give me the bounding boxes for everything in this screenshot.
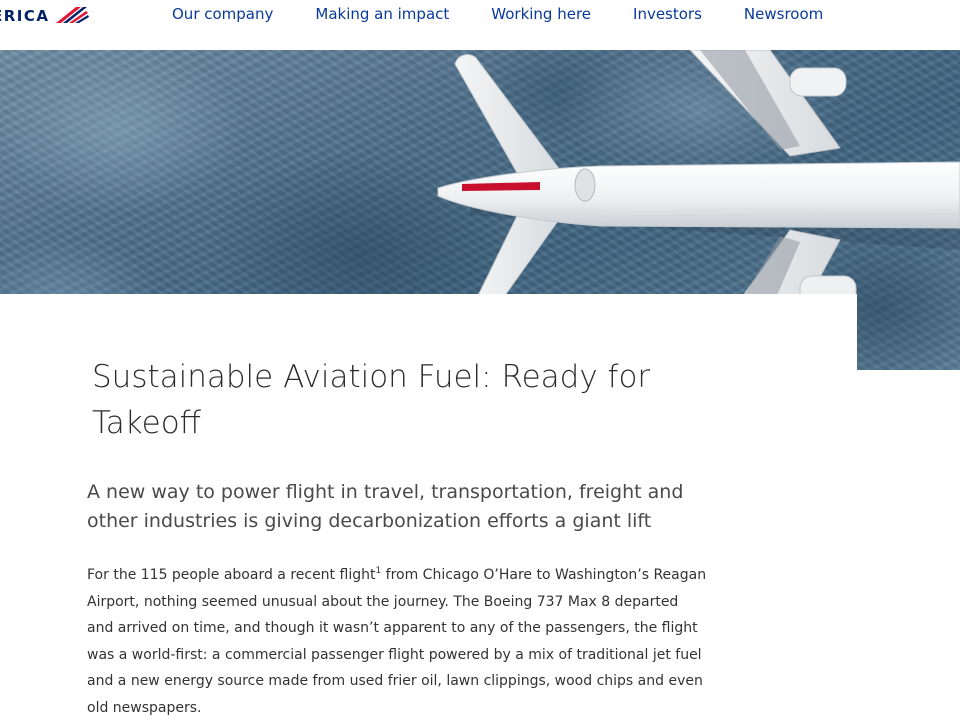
logo-wordmark: ERICA [0, 7, 50, 25]
article-title: Sustainable Aviation Fuel: Ready for Tak… [92, 359, 651, 441]
bank-of-america-logo[interactable]: ERICA [0, 1, 90, 31]
main-nav: Our company Making an impact Working her… [172, 5, 865, 23]
article-body: For the 115 people aboard a recent fligh… [87, 562, 707, 720]
site-header: ERICA Our company Making an impact Worki… [0, 0, 960, 50]
page: ERICA Our company Making an impact Worki… [0, 0, 960, 720]
flag-icon [55, 7, 89, 23]
body-text-start: For the 115 people aboard a recent fligh… [87, 567, 376, 583]
nav-making-an-impact[interactable]: Making an impact [315, 5, 449, 23]
nav-our-company[interactable]: Our company [172, 5, 273, 23]
nav-newsroom[interactable]: Newsroom [744, 5, 823, 23]
article-subtitle: A new way to power flight in travel, tra… [87, 481, 684, 532]
body-text-rest: from Chicago O’Hare to Washington’s Reag… [87, 567, 707, 716]
nav-working-here[interactable]: Working here [491, 5, 591, 23]
nav-investors[interactable]: Investors [633, 5, 702, 23]
